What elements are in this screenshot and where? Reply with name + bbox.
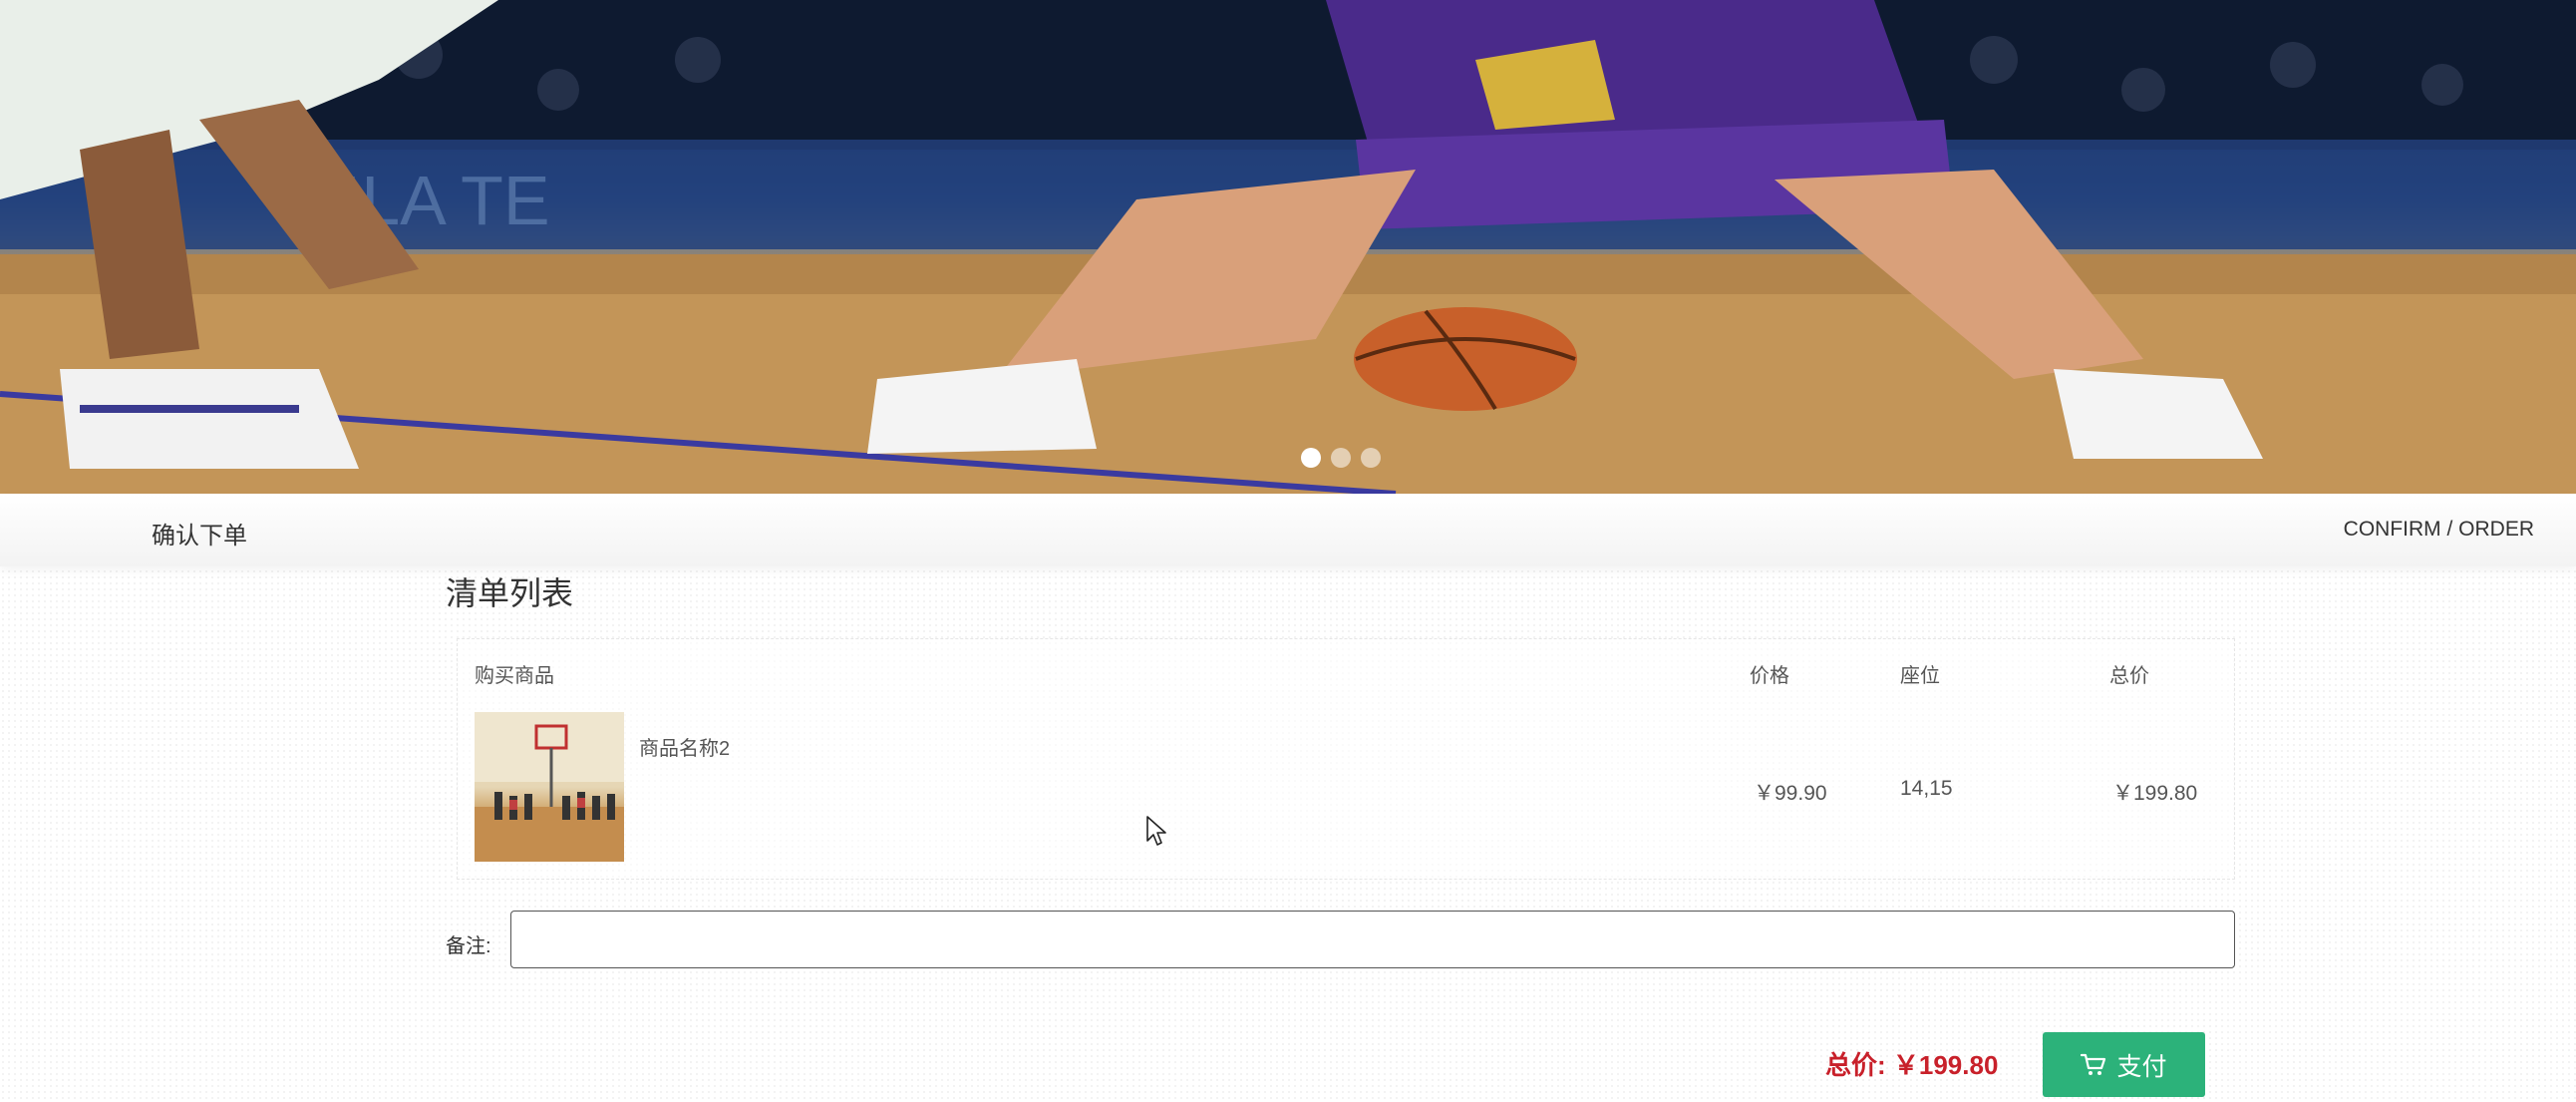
carousel-dot[interactable] (1361, 448, 1381, 468)
product-image (475, 712, 624, 862)
carousel-dot[interactable] (1301, 448, 1321, 468)
banner-image: FILA TE (0, 0, 2576, 494)
item-total: ￥199.80 (2112, 782, 2198, 805)
pay-button-label: 支付 (2116, 1052, 2167, 1081)
column-header-price: 价格 (1750, 665, 1789, 687)
page-subtitle: CONFIRM / ORDER (2343, 518, 2534, 541)
product-name[interactable]: 商品名称2 (639, 732, 730, 761)
item-price: ￥99.90 (1754, 782, 1827, 805)
confirm-order-bar: 确认下单 CONFIRM / ORDER (0, 494, 2576, 566)
remark-label: 备注: (446, 935, 491, 957)
remark-input[interactable] (510, 911, 2235, 968)
pay-button[interactable]: 支付 (2043, 1032, 2205, 1097)
item-seat: 14,15 (1900, 777, 1953, 800)
column-header-goods: 购买商品 (475, 665, 554, 687)
banner-carousel[interactable]: FILA TE (0, 0, 2576, 494)
column-header-seat: 座位 (1900, 665, 1940, 687)
mouse-cursor-icon (1146, 816, 1166, 846)
column-header-total: 总价 (2109, 665, 2149, 687)
product-thumbnail[interactable] (475, 712, 624, 862)
cart-icon (2081, 1053, 2106, 1075)
carousel-dots (1301, 448, 1381, 468)
page-title: 确认下单 (152, 523, 247, 550)
order-list-title: 清单列表 (446, 575, 574, 611)
order-total: 总价: ￥199.80 (1825, 1050, 1999, 1080)
carousel-dot[interactable] (1331, 448, 1351, 468)
order-table: 购买商品 价格 座位 总价 商品名称2 ￥99.90 14,15 ￥199.80 (457, 638, 2235, 880)
